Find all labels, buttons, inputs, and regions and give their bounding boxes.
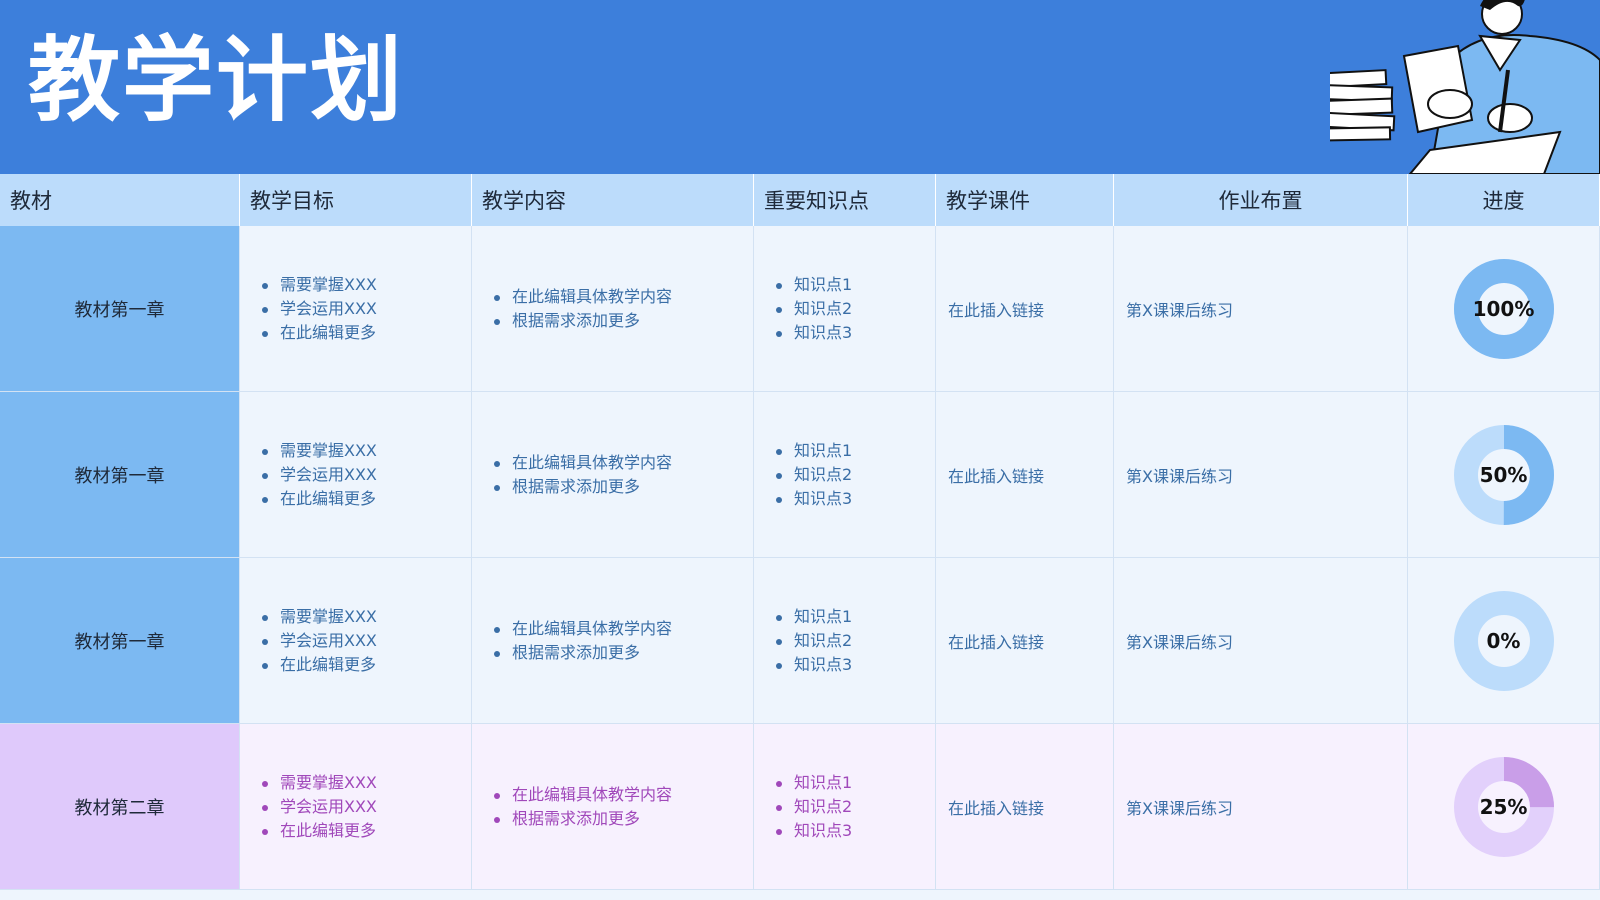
goal-item: 在此编辑更多 <box>252 653 377 677</box>
key-point-item: 知识点1 <box>766 273 852 297</box>
teacher-reading-illustration <box>1330 0 1600 174</box>
goal-item: 在此编辑更多 <box>252 487 377 511</box>
homework-cell[interactable]: 第X课课后练习 <box>1114 226 1408 391</box>
homework-text: 第X课课后练习 <box>1126 300 1233 320</box>
homework-text: 第X课课后练习 <box>1126 632 1233 652</box>
column-header-goals: 教学目标 <box>240 174 472 226</box>
goal-item: 在此编辑更多 <box>252 321 377 345</box>
column-header-progress: 进度 <box>1408 174 1600 226</box>
goals-cell[interactable]: 需要掌握XXX 学会运用XXX 在此编辑更多 <box>240 558 472 723</box>
column-header-homework: 作业布置 <box>1114 174 1408 226</box>
textbook-cell[interactable]: 教材第一章 <box>0 558 240 723</box>
key-point-item: 知识点1 <box>766 439 852 463</box>
header-banner: 教学计划 <box>0 0 1600 174</box>
goal-item: 需要掌握XXX <box>252 439 377 463</box>
goal-item: 需要掌握XXX <box>252 605 377 629</box>
key-points-cell[interactable]: 知识点1 知识点2 知识点3 <box>754 724 936 889</box>
goal-item: 学会运用XXX <box>252 795 377 819</box>
column-header-key-points: 重要知识点 <box>754 174 936 226</box>
column-header-textbook: 教材 <box>0 174 240 226</box>
courseware-cell[interactable]: 在此插入链接 <box>936 724 1114 889</box>
courseware-link[interactable]: 在此插入链接 <box>948 795 1044 819</box>
content-cell[interactable]: 在此编辑具体教学内容 根据需求添加更多 <box>472 392 754 557</box>
goal-item: 需要掌握XXX <box>252 273 377 297</box>
page-title: 教学计划 <box>28 27 405 134</box>
courseware-cell[interactable]: 在此插入链接 <box>936 226 1114 391</box>
homework-cell[interactable]: 第X课课后练习 <box>1114 724 1408 889</box>
goal-item: 学会运用XXX <box>252 629 377 653</box>
progress-donut: 25% <box>1452 755 1556 859</box>
textbook-cell[interactable]: 教材第一章 <box>0 392 240 557</box>
table-row: 教材第二章 需要掌握XXX 学会运用XXX 在此编辑更多 在此编辑具体教学内容 … <box>0 724 1600 890</box>
table-header: 教材 教学目标 教学内容 重要知识点 教学课件 作业布置 进度 <box>0 174 1600 226</box>
column-header-content: 教学内容 <box>472 174 754 226</box>
key-point-item: 知识点3 <box>766 653 852 677</box>
content-item: 根据需求添加更多 <box>484 807 672 831</box>
goals-cell[interactable]: 需要掌握XXX 学会运用XXX 在此编辑更多 <box>240 392 472 557</box>
key-point-item: 知识点1 <box>766 605 852 629</box>
plan-table-body: 教材第一章 需要掌握XXX 学会运用XXX 在此编辑更多 在此编辑具体教学内容 … <box>0 226 1600 890</box>
progress-donut: 50% <box>1452 423 1556 527</box>
table-row: 教材第一章 需要掌握XXX 学会运用XXX 在此编辑更多 在此编辑具体教学内容 … <box>0 392 1600 558</box>
progress-label: 0% <box>1486 628 1521 653</box>
textbook-cell[interactable]: 教材第一章 <box>0 226 240 391</box>
progress-donut: 0% <box>1452 589 1556 693</box>
courseware-link[interactable]: 在此插入链接 <box>948 463 1044 487</box>
goal-item: 在此编辑更多 <box>252 819 377 843</box>
courseware-link[interactable]: 在此插入链接 <box>948 297 1044 321</box>
progress-cell: 50% <box>1408 392 1600 557</box>
homework-text: 第X课课后练习 <box>1126 798 1233 818</box>
table-row: 教材第一章 需要掌握XXX 学会运用XXX 在此编辑更多 在此编辑具体教学内容 … <box>0 558 1600 724</box>
homework-text: 第X课课后练习 <box>1126 466 1233 486</box>
content-item: 根据需求添加更多 <box>484 309 672 333</box>
goals-cell[interactable]: 需要掌握XXX 学会运用XXX 在此编辑更多 <box>240 226 472 391</box>
courseware-cell[interactable]: 在此插入链接 <box>936 392 1114 557</box>
key-point-item: 知识点3 <box>766 321 852 345</box>
key-point-item: 知识点2 <box>766 795 852 819</box>
goal-item: 需要掌握XXX <box>252 771 377 795</box>
key-points-cell[interactable]: 知识点1 知识点2 知识点3 <box>754 226 936 391</box>
progress-cell: 25% <box>1408 724 1600 889</box>
goals-cell[interactable]: 需要掌握XXX 学会运用XXX 在此编辑更多 <box>240 724 472 889</box>
key-points-cell[interactable]: 知识点1 知识点2 知识点3 <box>754 558 936 723</box>
goal-item: 学会运用XXX <box>252 463 377 487</box>
courseware-cell[interactable]: 在此插入链接 <box>936 558 1114 723</box>
content-item: 在此编辑具体教学内容 <box>484 285 672 309</box>
content-cell[interactable]: 在此编辑具体教学内容 根据需求添加更多 <box>472 226 754 391</box>
content-item: 根据需求添加更多 <box>484 475 672 499</box>
content-item: 在此编辑具体教学内容 <box>484 451 672 475</box>
key-point-item: 知识点1 <box>766 771 852 795</box>
progress-label: 50% <box>1479 462 1528 487</box>
content-item: 在此编辑具体教学内容 <box>484 617 672 641</box>
textbook-cell[interactable]: 教材第二章 <box>0 724 240 889</box>
content-cell[interactable]: 在此编辑具体教学内容 根据需求添加更多 <box>472 558 754 723</box>
goal-item: 学会运用XXX <box>252 297 377 321</box>
progress-donut: 100% <box>1452 257 1556 361</box>
table-row: 教材第一章 需要掌握XXX 学会运用XXX 在此编辑更多 在此编辑具体教学内容 … <box>0 226 1600 392</box>
homework-cell[interactable]: 第X课课后练习 <box>1114 392 1408 557</box>
progress-cell: 0% <box>1408 558 1600 723</box>
homework-cell[interactable]: 第X课课后练习 <box>1114 558 1408 723</box>
courseware-link[interactable]: 在此插入链接 <box>948 629 1044 653</box>
content-item: 在此编辑具体教学内容 <box>484 783 672 807</box>
content-cell[interactable]: 在此编辑具体教学内容 根据需求添加更多 <box>472 724 754 889</box>
key-point-item: 知识点3 <box>766 487 852 511</box>
key-point-item: 知识点3 <box>766 819 852 843</box>
key-point-item: 知识点2 <box>766 629 852 653</box>
key-point-item: 知识点2 <box>766 297 852 321</box>
content-item: 根据需求添加更多 <box>484 641 672 665</box>
progress-cell: 100% <box>1408 226 1600 391</box>
progress-label: 100% <box>1472 296 1535 321</box>
key-points-cell[interactable]: 知识点1 知识点2 知识点3 <box>754 392 936 557</box>
column-header-courseware: 教学课件 <box>936 174 1114 226</box>
progress-label: 25% <box>1479 794 1528 819</box>
key-point-item: 知识点2 <box>766 463 852 487</box>
